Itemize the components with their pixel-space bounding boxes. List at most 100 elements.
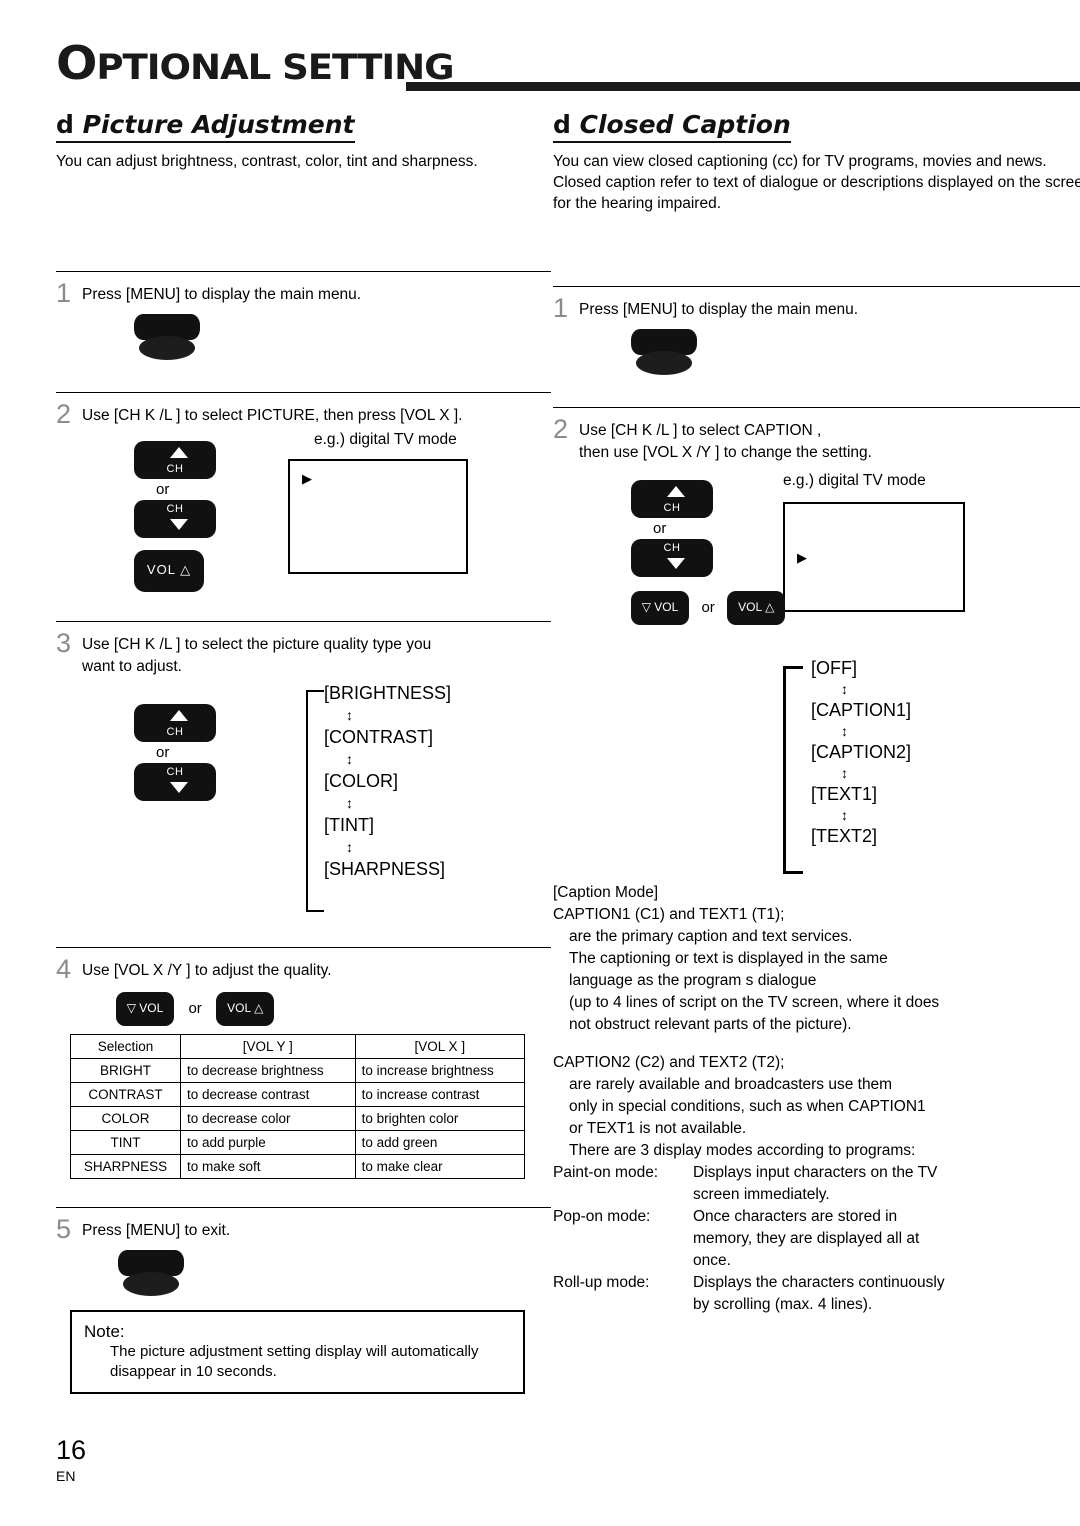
table-cell-selection: BRIGHT [70,1058,181,1083]
table-header-selection: Selection [70,1034,181,1059]
tv-screen-preview: ▶ [288,459,468,574]
menu-button-graphic [118,1250,184,1296]
display-modes-intro: There are 3 display modes according to p… [569,1142,916,1159]
triangle-down-icon [170,519,188,530]
display-mode-desc: Once characters are stored in [693,1208,898,1225]
step-2-number: 2 [56,399,72,429]
channel-down-label: CH [166,503,184,515]
closed-caption-description-3: for the hearing impaired. [553,195,722,212]
page-title-initial: O [56,36,97,90]
section-bullet-icon: d [56,110,74,139]
table-cell-volup: to increase contrast [354,1082,526,1107]
picture-adjustment-heading-label: Picture Adjustment [82,110,355,139]
table-row: BRIGHT to decrease brightness to increas… [70,1058,526,1083]
table-cell-selection: COLOR [70,1106,181,1131]
menu-button-base [636,351,692,375]
caption-mode-chain: [OFF] ↕ [CAPTION1] ↕ [CAPTION2] ↕ [TEXT1… [783,656,1080,896]
picture-adjustment-description: You can adjust brightness, contrast, col… [56,153,478,170]
note-body-line2: disappear in 10 seconds. [110,1363,277,1380]
section-bullet-icon: d [553,110,571,139]
display-mode-name: Roll-up mode: [553,1274,650,1291]
triangle-down-icon [667,558,685,569]
table-cell-voldown: to decrease brightness [180,1058,356,1083]
table-row: SHARPNESS to make soft to make clear [70,1154,526,1179]
header-rule-thick [406,82,1080,91]
menu-button-graphic [631,329,697,375]
caption2-line: CAPTION2 (C2) and TEXT2 (T2); [553,1054,785,1071]
volume-down-label: ▽ VOL [126,1001,164,1015]
channel-up-button-graphic: CH [134,441,216,479]
or-label: or [188,1000,202,1018]
closed-caption-heading: d Closed Caption [553,110,791,143]
language-code: EN [56,1468,76,1484]
menu-button-base [139,336,195,360]
table-cell-voldown: to make soft [180,1154,356,1179]
closed-caption-description-2: Closed caption refer to text of dialogue… [553,174,1080,191]
cc-step-1: 1 Press [MENU] to display the main menu. [553,287,1080,375]
step-1-number: 1 [56,278,72,308]
cc-step-2-example-label: e.g.) digital TV mode [783,472,926,489]
display-mode-row: Pop-on mode: Once characters are stored … [553,1206,1080,1228]
table-row: CONTRAST to decrease contrast to increas… [70,1082,526,1107]
caption-chain-item: [TEXT2] [811,826,878,846]
closed-caption-description-1: You can view closed captioning (cc) for … [553,153,1047,170]
volume-up-label: VOL △ [227,1001,264,1015]
display-mode-name: Paint-on mode: [553,1164,659,1181]
caption2-line: or TEXT1 is not available. [569,1120,747,1137]
chain-arrow-icon: ↕ [841,681,848,697]
display-mode-desc2: memory, they are displayed all at [693,1230,920,1247]
chain-item: [COLOR] [324,771,399,791]
volume-down-button-graphic: ▽ VOL [116,992,174,1026]
table-header-row: Selection [VOL Y ] [VOL X ] [70,1034,526,1059]
or-label: or [701,599,715,617]
note-box: Note: The picture adjustment setting dis… [70,1310,525,1394]
triangle-up-icon [667,486,685,497]
volume-up-button-graphic: VOL △ [216,992,275,1026]
table-cell-voldown: to decrease color [180,1106,356,1131]
selection-table: Selection [VOL Y ] [VOL X ] BRIGHT to de… [70,1034,526,1179]
picture-adjustment-heading: d Picture Adjustment [56,110,355,143]
caption-mode-line: (up to 4 lines of script on the TV scree… [569,994,940,1011]
picture-quality-chain: [BRIGHTNESS] ↕ [CONTRAST] ↕ [COLOR] ↕ [T… [306,680,451,912]
or-label: or [156,481,170,498]
volume-down-button-graphic: ▽ VOL [631,591,689,625]
table-cell-voldown: to decrease contrast [180,1082,356,1107]
caption-mode-line: not obstruct relevant parts of the pictu… [569,1016,852,1033]
closed-caption-heading-label: Closed Caption [579,110,791,139]
cc-step-2-text: Use [CH K /L ] to select CAPTION , then … [579,416,872,464]
screen-cursor-icon: ▶ [302,471,312,486]
step-3-text-line2: want to adjust. [82,658,182,675]
table-header-vol-down: [VOL Y ] [180,1034,356,1059]
channel-down-button-graphic: CH [631,539,713,577]
triangle-up-icon [170,447,188,458]
volume-up-label: VOL △ [146,562,192,577]
caption-chain-item: [OFF] [811,658,857,678]
chain-loop-bracket [306,690,324,912]
caption-mode-line: The captioning or text is displayed in t… [569,950,888,967]
step-5: 5 Press [MENU] to exit. [56,1208,551,1296]
cc-step-2-text-line2: then use [VOL X /Y ] to change the setti… [579,444,872,461]
channel-up-label: CH [663,502,681,514]
table-cell-voldown: to add purple [180,1130,356,1155]
cc-step-1-text: Press [MENU] to display the main menu. [579,301,859,318]
display-mode-row: Paint-on mode: Displays input characters… [553,1162,1080,1184]
step-5-text: Press [MENU] to exit. [82,1222,231,1239]
display-mode-desc2: by scrolling (max. 4 lines). [693,1296,873,1313]
chain-arrow-icon: ↕ [841,807,848,823]
chain-item: [TINT] [324,815,374,835]
chain-arrow-icon: ↕ [346,839,353,855]
chain-arrow-icon: ↕ [841,765,848,781]
caption-mode-line: CAPTION1 (C1) and TEXT1 (T1); [553,906,785,923]
display-mode-desc: Displays the characters continuously [693,1274,945,1291]
step-1: 1 Press [MENU] to display the main menu. [56,272,551,360]
table-cell-selection: TINT [70,1130,181,1155]
table-cell-volup: to increase brightness [354,1058,526,1083]
display-mode-desc: Displays input characters on the TV [693,1164,938,1181]
page-header: OPTIONAL SETTING [56,36,1080,96]
caption2-line: only in special conditions, such as when… [569,1098,926,1115]
left-column: d Picture Adjustment You can adjust brig… [56,110,551,1394]
display-mode-name: Pop-on mode: [553,1208,651,1225]
channel-up-button-graphic: CH [134,704,216,742]
triangle-down-icon [170,782,188,793]
channel-down-button-graphic: CH [134,763,216,801]
